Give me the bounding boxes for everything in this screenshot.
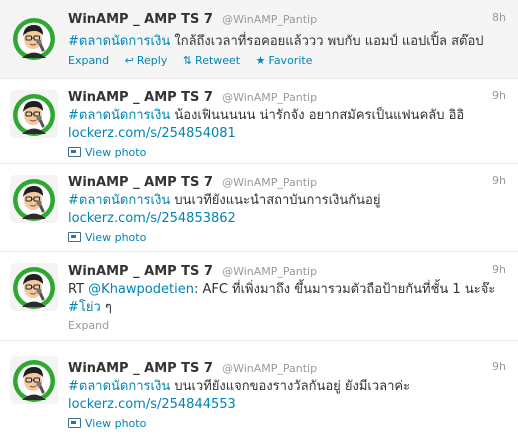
avatar[interactable] <box>10 175 58 223</box>
author-fullname[interactable]: WinAMP _ AMP TS 7 <box>68 264 213 279</box>
tweet-text: #ตลาดนัดการเงิน ใกล้ถึงเวลาที่รอคอยแล้วว… <box>68 33 506 51</box>
mention-link[interactable]: @Khawpodetien <box>88 282 194 297</box>
tweet-body: บนเวทียังแนะนำสถาบันการเงินกันอยู่ <box>170 193 381 208</box>
tweet-timestamp[interactable]: 9h <box>492 172 506 190</box>
hashtag-link[interactable]: #ตลาดนัดการเงิน <box>68 108 170 123</box>
tweet-body: น้องเฟินนนนน น่ารักจัง อยากสมัครเป็นแฟนค… <box>170 108 465 123</box>
tweet-header: WinAMP _ AMP TS 7 @WinAMP_Pantip 9h <box>68 172 506 190</box>
avatar[interactable] <box>10 356 58 404</box>
tweet-header: WinAMP _ AMP TS 7 @WinAMP_Pantip 9h <box>68 261 506 279</box>
retweet-label: Retweet <box>195 54 241 67</box>
tweet-text-line2: #โย่ว ๆ <box>68 299 506 317</box>
lockerz-link[interactable]: lockerz.com/s/254853862 <box>68 211 236 226</box>
tweet-text: RT @Khawpodetien: AFC ที่เพิ่งมาถึง ขึ้น… <box>68 281 506 299</box>
photo-icon <box>68 147 81 157</box>
view-photo-label: View photo <box>85 417 147 430</box>
tweet-body: : AFC ที่เพิ่งมาถึง ขึ้นมารวมตัวถือป้ายก… <box>193 282 496 297</box>
author-fullname[interactable]: WinAMP _ AMP TS 7 <box>68 361 213 376</box>
star-icon: ★ <box>255 54 266 67</box>
tweet-text-line2: lockerz.com/s/254853862 <box>68 210 506 228</box>
tweet-text: #ตลาดนัดการเงิน น้องเฟินนนนน น่ารักจัง อ… <box>68 107 506 125</box>
tweet-text-line2: lockerz.com/s/254844553 <box>68 396 506 414</box>
author-username[interactable]: @WinAMP_Pantip <box>222 362 317 375</box>
tweet-header: WinAMP _ AMP TS 7 @WinAMP_Pantip 8h <box>68 9 506 27</box>
hashtag-link[interactable]: #ตลาดนัดการเงิน <box>68 379 170 394</box>
tweet-timestamp[interactable]: 8h <box>492 9 506 27</box>
tweet-text-line2: lockerz.com/s/254854081 <box>68 125 506 143</box>
tweet-body: ใกล้ถึงเวลาที่รอคอยแล้ววว พบกับ แอมป์ แอ… <box>170 34 484 49</box>
tweet-timeline: WinAMP _ AMP TS 7 @WinAMP_Pantip 8h #ตลา… <box>0 0 518 445</box>
expand-link[interactable]: Expand <box>68 53 109 69</box>
view-photo-link[interactable]: View photo <box>68 145 506 161</box>
favorite-label: Favorite <box>268 54 313 67</box>
hashtag-link[interactable]: #ตลาดนัดการเงิน <box>68 34 170 49</box>
tweet-timestamp[interactable]: 9h <box>492 87 506 105</box>
tweet-header: WinAMP _ AMP TS 7 @WinAMP_Pantip 9h <box>68 358 506 376</box>
view-photo-label: View photo <box>85 146 147 159</box>
tweet-actions: Expand ↩ Reply ⇅ Retweet ★ Favorite <box>68 53 506 69</box>
view-photo-label: View photo <box>85 231 147 244</box>
view-photo-link[interactable]: View photo <box>68 230 506 246</box>
reply-arrow-icon: ↩ <box>124 54 134 67</box>
author-username[interactable]: @WinAMP_Pantip <box>222 176 317 189</box>
tweet[interactable]: WinAMP _ AMP TS 7 @WinAMP_Pantip 9h #ตลา… <box>0 341 518 445</box>
expand-link[interactable]: Expand <box>68 318 506 334</box>
tweet[interactable]: WinAMP _ AMP TS 7 @WinAMP_Pantip 9h #ตลา… <box>0 79 518 164</box>
photo-icon <box>68 232 81 242</box>
hashtag-link[interactable]: #ตลาดนัดการเงิน <box>68 193 170 208</box>
avatar[interactable] <box>10 90 58 138</box>
hashtag-link[interactable]: #โย่ว <box>68 300 101 315</box>
reply-button[interactable]: ↩ Reply <box>125 53 168 69</box>
avatar[interactable] <box>10 263 58 311</box>
tweet-timestamp[interactable]: 9h <box>492 261 506 279</box>
author-fullname[interactable]: WinAMP _ AMP TS 7 <box>68 90 213 105</box>
tweet-body-tail: ๆ <box>100 300 112 315</box>
tweet[interactable]: WinAMP _ AMP TS 7 @WinAMP_Pantip 8h #ตลา… <box>0 0 518 79</box>
lockerz-link[interactable]: lockerz.com/s/254844553 <box>68 397 236 412</box>
tweet-text: #ตลาดนัดการเงิน บนเวทียังแจกของรางวัลกัน… <box>68 378 506 396</box>
tweet-text: #ตลาดนัดการเงิน บนเวทียังแนะนำสถาบันการเ… <box>68 192 506 210</box>
author-username[interactable]: @WinAMP_Pantip <box>222 265 317 278</box>
reply-label: Reply <box>136 54 168 67</box>
photo-icon <box>68 418 81 428</box>
author-username[interactable]: @WinAMP_Pantip <box>222 91 317 104</box>
favorite-button[interactable]: ★ Favorite <box>256 53 313 69</box>
retweet-icon: ⇅ <box>182 54 193 67</box>
lockerz-link[interactable]: lockerz.com/s/254854081 <box>68 126 236 141</box>
avatar[interactable] <box>10 14 58 62</box>
author-fullname[interactable]: WinAMP _ AMP TS 7 <box>68 12 213 27</box>
tweet[interactable]: WinAMP _ AMP TS 7 @WinAMP_Pantip 9h RT @… <box>0 252 518 341</box>
retweet-button[interactable]: ⇅ Retweet <box>183 53 240 69</box>
tweet[interactable]: WinAMP _ AMP TS 7 @WinAMP_Pantip 9h #ตลา… <box>0 164 518 252</box>
retweet-prefix: RT <box>68 282 89 297</box>
tweet-timestamp[interactable]: 9h <box>492 358 506 376</box>
author-fullname[interactable]: WinAMP _ AMP TS 7 <box>68 175 213 190</box>
tweet-header: WinAMP _ AMP TS 7 @WinAMP_Pantip 9h <box>68 87 506 105</box>
tweet-body: บนเวทียังแจกของรางวัลกันอยู่ ยังมีเวลาค่… <box>170 379 411 394</box>
view-photo-link[interactable]: View photo <box>68 416 506 432</box>
author-username[interactable]: @WinAMP_Pantip <box>222 13 317 26</box>
